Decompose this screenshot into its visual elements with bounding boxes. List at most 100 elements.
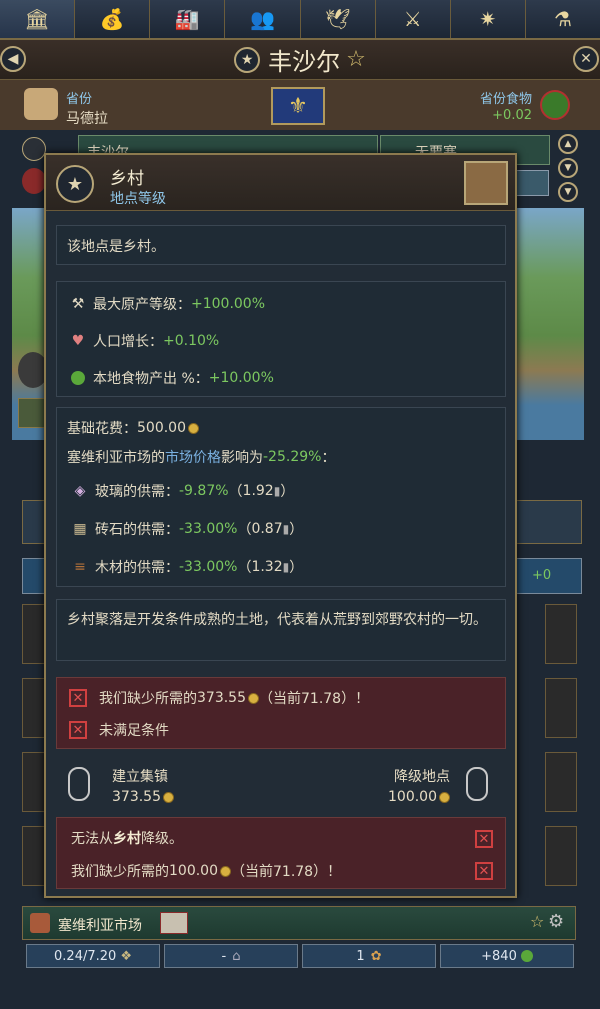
- page-title: 丰沙尔: [268, 48, 341, 76]
- supply-value: -33.00%: [179, 559, 238, 575]
- market-price-link[interactable]: 市场价格: [165, 447, 221, 467]
- chevron-up-icon: ▲: [564, 139, 572, 149]
- market-dash-value: -: [221, 948, 227, 964]
- building-slot-5[interactable]: [545, 604, 577, 664]
- goods-unit-icon: ▮: [273, 484, 281, 498]
- province-name[interactable]: 马德拉: [66, 108, 108, 128]
- market-capacity: 0.24/7.20 ❖: [26, 944, 160, 968]
- goods-unit-icon: ▮: [282, 560, 290, 574]
- supply-label: 的供需：: [123, 560, 179, 576]
- mouse-right-click-icon: [466, 767, 488, 801]
- market-suffix: 影响为: [221, 450, 263, 466]
- building-slot-6[interactable]: [545, 678, 577, 738]
- market-price-value: -25.29%: [263, 449, 322, 465]
- landscape-image-right: [510, 208, 584, 440]
- err2-text: 我们缺少所需的: [71, 864, 169, 880]
- market-name[interactable]: 塞维利亚市场: [58, 915, 142, 935]
- paren-close: ）: [280, 484, 295, 500]
- scroll-down-button[interactable]: ▼: [558, 182, 578, 202]
- market-food-value: +840: [481, 948, 517, 964]
- back-button[interactable]: ◀: [0, 46, 26, 72]
- supply-label: 的供需：: [123, 484, 179, 500]
- modifier-value: +0.10%: [163, 333, 220, 349]
- requirements-box: ✕ 我们缺少所需的 373.55 （当前71.78）！ ✕ 未满足条件: [56, 677, 506, 749]
- err2-suffix: （当前71.78）！: [231, 864, 342, 880]
- goods-unit-icon: ▮: [282, 522, 290, 536]
- supply-good-name: 玻璃: [95, 484, 123, 500]
- base-cost-label: 基础花费：: [67, 421, 137, 437]
- scroll-up-button[interactable]: ▲: [558, 134, 578, 154]
- village-building-icon: [464, 161, 508, 205]
- lumber-icon: ≡: [74, 559, 86, 575]
- close-button[interactable]: ✕: [573, 46, 599, 72]
- unmet-x-icon: ✕: [69, 721, 87, 739]
- unmet-x-icon: ✕: [475, 830, 493, 848]
- building-icon: ⌂: [232, 948, 241, 964]
- tab-exploration[interactable]: ✷: [451, 0, 526, 38]
- market-flag: [160, 912, 188, 934]
- err-suffix: 降级。: [141, 831, 183, 847]
- supply-label: 的供需：: [123, 522, 179, 538]
- filter-button[interactable]: ▼: [558, 158, 578, 178]
- location-rank-icon[interactable]: ★: [234, 46, 261, 73]
- gear-icon[interactable]: ⚙: [548, 911, 564, 932]
- province-food-value: +0.02: [470, 108, 532, 123]
- rank-icon[interactable]: [22, 137, 46, 161]
- close-icon: ✕: [580, 51, 592, 67]
- modifier-value: +100.00%: [191, 296, 266, 312]
- favorite-star-icon-market[interactable]: ☆: [530, 912, 544, 931]
- chevron-down-icon: ▼: [564, 187, 572, 197]
- building-slot-8[interactable]: [545, 826, 577, 886]
- tab-economy[interactable]: 💰: [75, 0, 151, 38]
- modifier-label: 最大原产等级：: [93, 297, 191, 313]
- modifier-row: ⚒ 最大原产等级： +100.00%: [67, 286, 495, 322]
- supply-amount: 1.32: [251, 559, 283, 575]
- favorite-star-icon[interactable]: ☆: [346, 47, 366, 72]
- government-icon: 🏛: [24, 7, 50, 31]
- base-cost-value: 500.00: [137, 420, 186, 436]
- diplomacy-icon: 🕊: [324, 7, 351, 31]
- build-town-label[interactable]: 建立集镇: [112, 766, 168, 786]
- tab-diplomacy[interactable]: 🕊: [301, 0, 376, 38]
- market-connector: 的: [151, 450, 165, 466]
- tab-buildings[interactable]: 🏭: [150, 0, 226, 38]
- intro-box: 该地点是乡村。: [56, 225, 506, 265]
- base-cost-row: 基础花费： 500.00: [67, 414, 495, 442]
- province-resource-icon: [24, 88, 58, 120]
- tab-government[interactable]: 🏛: [0, 0, 76, 38]
- building-slot-7[interactable]: [545, 752, 577, 812]
- tab-science[interactable]: ⚗: [526, 0, 600, 38]
- location-rank-tooltip: ★ 乡村 地点等级 该地点是乡村。 ⚒ 最大原产等级： +100.00% ♥ 人口增长…: [44, 153, 517, 898]
- modifier-label: 人口增长：: [93, 334, 163, 350]
- paren-open: （: [228, 484, 243, 500]
- gold-coin-icon: [163, 791, 174, 803]
- downgrade-label[interactable]: 降级地点: [386, 766, 450, 786]
- filter-icon: ▼: [564, 163, 572, 173]
- trade-goods-icon: ❖: [120, 948, 132, 964]
- stone-icon: ▦: [73, 521, 87, 537]
- req-text: 我们缺少所需的: [99, 691, 197, 707]
- requirement-conditions-row: ✕ 未满足条件: [69, 720, 169, 740]
- tab-population[interactable]: 👥: [225, 0, 301, 38]
- downgrade-gold-row: 我们缺少所需的 100.00 （当前71.78）！: [71, 861, 341, 881]
- market-count: 1 ✿: [302, 944, 436, 968]
- downgrade-cost-value: 100.00: [388, 789, 437, 805]
- country-flag[interactable]: ⚜: [271, 87, 325, 125]
- mouse-left-click-icon: [68, 767, 90, 801]
- paren-open: （: [237, 560, 252, 576]
- supply-row: ▦ 砖石 的供需： -33.00% （0.87 ▮）: [67, 510, 495, 548]
- paren-close: ）: [289, 560, 304, 576]
- hammer-icon[interactable]: [515, 170, 549, 196]
- modifier-row: 本地食物产出 %： +10.00%: [67, 360, 495, 396]
- market-count-value: 1: [356, 948, 365, 964]
- fleur-de-lis-icon: ⚜: [288, 93, 308, 119]
- build-cost-value: 373.55: [112, 789, 161, 805]
- buildings-icon: 🏭: [174, 7, 200, 31]
- tab-military[interactable]: ⚔: [376, 0, 451, 38]
- paren-open: （: [237, 522, 252, 538]
- req-conditions-text: 未满足条件: [99, 723, 169, 739]
- downgrade-errors-box: 无法从 乡村 降级。 ✕ 我们缺少所需的 100.00 （当前71.78）！ ✕: [56, 817, 506, 889]
- military-icon: ⚔: [403, 7, 422, 31]
- supply-amount: 0.87: [251, 521, 283, 537]
- gold-coin-icon: [188, 422, 199, 434]
